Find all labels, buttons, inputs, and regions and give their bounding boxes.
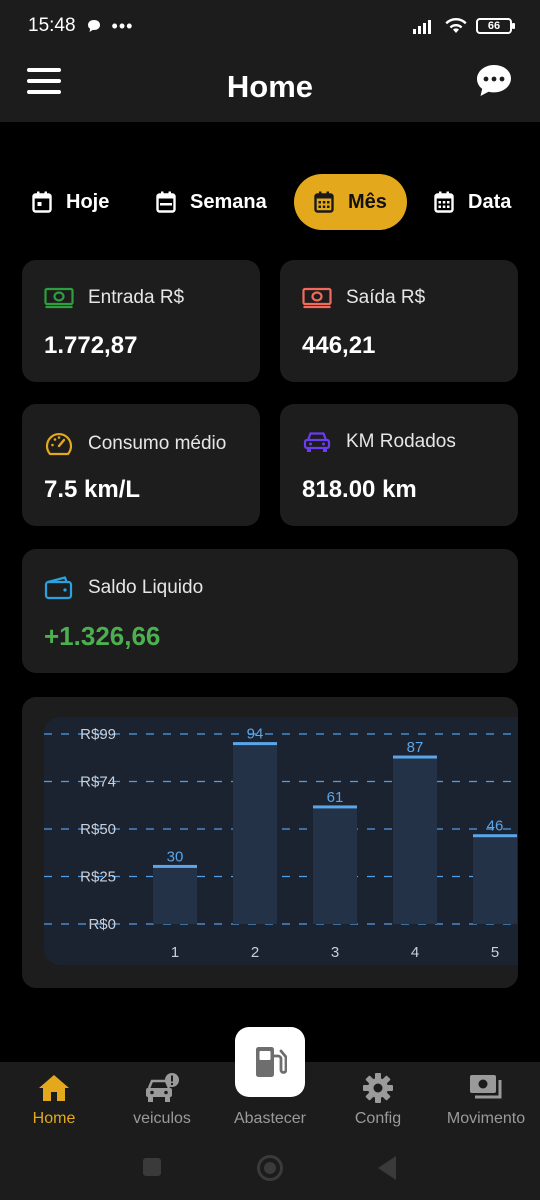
period-tabs: Hoje Semana Mês Data [0,174,540,230]
nav-label: Movimento [446,1110,526,1127]
chart-bar [153,866,197,924]
calendar-icon [32,191,52,213]
status-time: 15:48 [28,15,76,36]
nav-label: Abastecer [233,1110,307,1127]
home-icon [39,1075,69,1101]
tab-label: Hoje [66,190,110,213]
tab-label: Mês [348,190,387,213]
nav-item-movimento[interactable]: Movimento [432,1062,540,1142]
calendar-icon [434,191,454,213]
chart-bar [313,806,357,924]
chart-bar [473,835,517,924]
nav-label: veiculos [133,1110,191,1127]
chat-icon[interactable] [474,62,514,105]
data-label: 61 [327,789,344,806]
card-value: 446,21 [302,332,376,359]
system-nav-bar [0,1140,540,1196]
nav-label: Home [32,1110,76,1127]
menu-icon[interactable] [27,68,61,94]
data-label: 30 [167,848,184,865]
card-consumo[interactable]: Consumo médio 7.5 km/L [22,404,260,526]
cash-icon [470,1075,502,1099]
chat-bubble-icon [87,20,100,32]
card-label: Saldo Liquido [88,577,204,598]
card-label: KM Rodados [346,431,456,452]
tab-label: Data [468,190,512,213]
x-tick-label: 2 [251,944,259,961]
wallet-icon [44,576,73,600]
x-tick-label: 3 [331,944,339,961]
card-saldo[interactable]: Saldo Liquido +1.326,66 [22,549,518,673]
card-entrada[interactable]: Entrada R$ 1.772,87 [22,260,260,382]
chart-area[interactable]: R$0 R$25 R$50 R$74 R$99 30 1 94 2 61 3 87 4 46 5 [44,717,518,965]
app-bar: Home [0,52,540,122]
card-km[interactable]: KM Rodados 818.00 km [280,404,518,526]
status-bar: 15:48 ••• 66 [0,0,540,52]
car-alert-icon [146,1073,179,1102]
tab-data[interactable]: Data [434,174,511,230]
recent-apps-button[interactable] [143,1158,161,1176]
card-saida[interactable]: Saída R$ 446,21 [280,260,518,382]
y-tick-label: R$0 [88,916,116,933]
back-button[interactable] [378,1156,396,1180]
y-tick-label: R$25 [80,869,116,886]
card-label: Saída R$ [346,287,426,308]
nav-item-home[interactable]: Home [0,1062,108,1142]
data-label: 87 [407,739,424,756]
money-icon [44,287,74,309]
x-tick-label: 1 [171,944,179,961]
abastecer-button[interactable] [235,1027,305,1097]
signal-icon [413,20,431,34]
tab-label: Semana [190,190,267,213]
card-value: 7.5 km/L [44,476,141,503]
y-tick-label: R$50 [80,821,116,838]
gear-icon [363,1073,393,1103]
card-value: +1.326,66 [44,621,161,651]
card-value: 1.772,87 [44,332,138,359]
card-label: Entrada R$ [88,287,185,308]
tab-semana[interactable]: Semana [156,174,267,230]
data-label: 46 [487,818,504,835]
nav-item-config[interactable]: Config [324,1062,432,1142]
chart-bar [393,757,437,924]
tab-mes[interactable]: Mês [294,174,407,230]
bar-chart: R$0 R$25 R$50 R$74 R$99 30 1 94 2 61 3 87 4 46 5 [44,726,518,961]
data-label: 94 [247,726,264,743]
page-title: Home [226,69,314,104]
card-value: 818.00 km [302,476,417,503]
battery-indicator: 66 [476,18,515,34]
tab-hoje[interactable]: Hoje [32,174,109,230]
x-tick-label: 5 [491,944,499,961]
y-tick-label: R$99 [80,726,116,743]
chart-card: R$0 R$25 R$50 R$74 R$99 30 1 94 2 61 3 87 4 46 5 [22,697,518,988]
calendar-icon [156,191,176,213]
speedometer-icon [45,432,73,456]
chart-bar [233,743,277,924]
x-tick-label: 4 [411,944,419,961]
nav-item-veiculos[interactable]: veiculos [108,1062,216,1142]
home-system-button[interactable] [257,1155,283,1181]
card-label: Consumo médio [88,433,227,454]
wifi-icon [445,18,467,33]
nav-label: Config [354,1110,402,1127]
car-icon [303,432,331,452]
y-tick-label: R$74 [80,774,116,791]
calendar-icon [314,191,334,213]
money-icon [302,287,332,309]
more-icon: ••• [111,15,134,36]
fuel-pump-icon [256,1047,287,1077]
